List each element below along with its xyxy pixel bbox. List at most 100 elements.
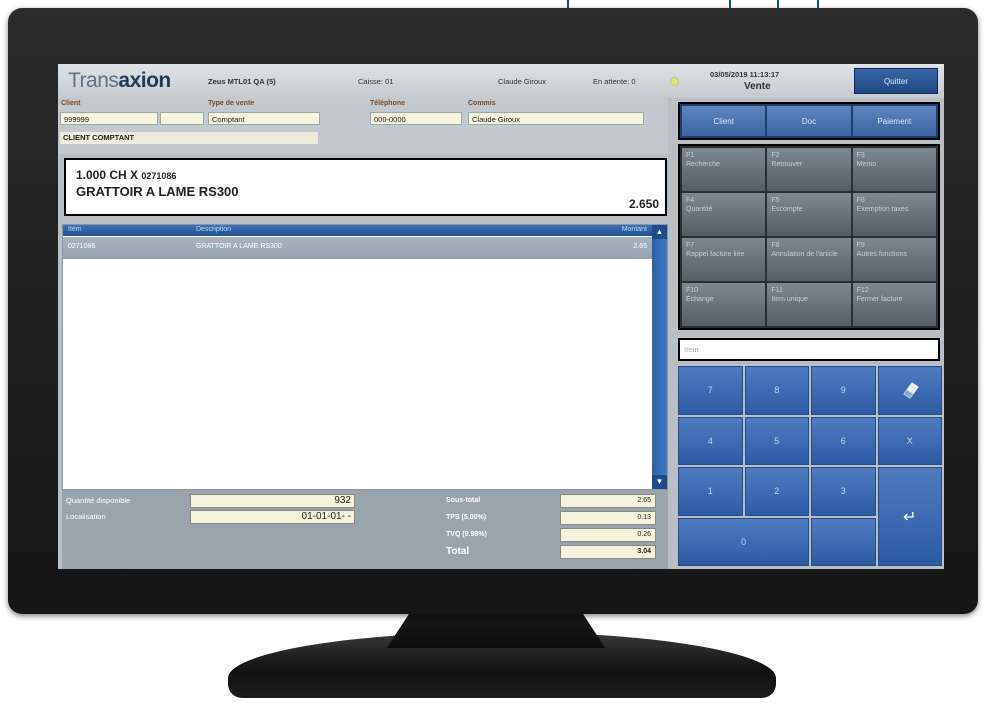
numeric-keypad: 7 8 9 4 5 6 X 1 2 3 ↵ 0 [678,366,942,566]
fkey-label: Memo [856,161,877,168]
fkey-code: F6 [856,197,865,204]
tab-paiement[interactable]: Paiement [852,106,936,136]
phone-label: Téléphone [370,100,406,107]
scan-quantity-line: 1.000 CH X 0271086 [76,168,176,182]
f2-retrieve-button[interactable]: F2 Retrouver [767,148,851,191]
phone-field[interactable]: 000-0000 [370,112,462,125]
key-1[interactable]: 1 [678,467,743,516]
waiting-count: En attente: 0 [593,77,636,86]
fkey-label: Item unique [771,296,808,303]
fkey-label: Retrouver [771,161,803,168]
register-label: Caisse: 01 [358,77,394,86]
item-search-input[interactable]: Item [678,338,940,361]
mode-title: Vente [744,81,771,92]
qty-available-label: Quantité disponible [66,496,131,505]
fkey-code: F8 [771,242,780,249]
scan-amount: 2.650 [628,197,659,211]
monitor-stand-neck [386,608,606,648]
location-value: 01-01-01- - [190,510,355,524]
key-3[interactable]: 3 [811,467,876,516]
key-6[interactable]: 6 [811,416,876,465]
f7-recall-invoice-button[interactable]: F7 Rappel facture liée [682,238,766,281]
sale-type-field[interactable]: Comptant [208,112,320,125]
clerk-field[interactable]: Claude Giroux [468,112,644,125]
fkey-label: Escompte [771,206,803,213]
fkey-code: F7 [686,242,695,249]
status-indicator-icon [670,77,679,86]
row-description: GRATTOIR A LAME RS300 [196,243,282,250]
subtotal-label: Sous-total [446,497,481,504]
total-label: Total [446,546,470,557]
fkey-code: F1 [686,152,695,159]
fkey-label: Échange [686,296,714,303]
eraser-glyph [903,382,919,399]
fkey-label: Fermer facture [856,296,903,303]
tps-value: 0.13 [560,511,656,525]
tvq-value: 0.26 [560,528,656,542]
scan-description: GRATTOIR A LAME RS300 [76,184,239,199]
summary-panel: Quantité disponible 932 Localisation 01-… [62,490,668,569]
clerk-label: Commis [468,100,496,107]
fkey-code: F10 [686,287,699,294]
tab-client[interactable]: Client [682,106,766,136]
customer-panel: Client 999999 Type de vente Comptant Tél… [58,98,668,154]
col-item: Item [68,226,82,233]
f5-discount-button[interactable]: F5 Escompte [767,193,851,236]
total-value: 3.04 [560,545,656,559]
f1-search-button[interactable]: F1 Recherche [682,148,766,191]
f12-close-invoice-button[interactable]: F12 Fermer facture [852,283,936,326]
items-grid: Item Description Montant 0271086 GRATTOI… [62,224,668,490]
key-5[interactable]: 5 [744,416,809,465]
scroll-up-icon[interactable]: ▲ [652,225,667,239]
row-item: 0271086 [68,243,96,250]
f8-cancel-item-button[interactable]: F8 Annulation de l'article [767,238,851,281]
key-x[interactable]: X [877,416,942,465]
f9-other-functions-button[interactable]: F9 Autres fonctions [852,238,936,281]
datetime: 03/05/2019 11:13:17 [710,70,780,79]
f4-quantity-button[interactable]: F4 Quantité [682,193,766,236]
quit-button[interactable]: Quitter [854,68,938,94]
fkey-label: Recherche [686,161,720,168]
grid-header: Item Description Montant [63,225,653,236]
row-amount: 2.65 [633,243,647,250]
col-description: Description [196,226,232,233]
key-2[interactable]: 2 [744,467,809,516]
key-4[interactable]: 4 [678,416,743,465]
f11-unique-item-button[interactable]: F11 Item unique [767,283,851,326]
top-bar: Transaxion Zeus MTL01 QA (5) Caisse: 01 … [58,64,944,98]
scan-display: 1.000 CH X 0271086 GRATTOIR A LAME RS300… [64,158,667,216]
transaxion-logo: Transaxion [68,69,171,92]
enter-key-icon[interactable]: ↵ [877,467,942,566]
tps-label: TPS (5.00%) [446,514,487,521]
key-9[interactable]: 9 [811,366,876,415]
key-8[interactable]: 8 [744,366,809,415]
eraser-icon[interactable] [877,366,942,415]
fkey-code: F2 [771,152,780,159]
tvq-label: TVQ (9.98%) [446,531,487,538]
tab-doc[interactable]: Doc [767,106,851,136]
key-blank[interactable] [811,517,876,566]
grid-scrollbar[interactable]: ▲ ▼ [652,225,667,489]
scan-quantity: 1.000 CH X [76,168,142,182]
key-7[interactable]: 7 [678,366,743,415]
fkey-label: Rappel facture liée [686,251,745,258]
table-row[interactable]: 0271086 GRATTOIR A LAME RS300 2.65 [63,237,653,259]
client-extra-field[interactable] [160,112,204,125]
fkey-code: F5 [771,197,780,204]
function-keys: F1 Recherche F2 Retrouver F3 Memo F4 Quantit… [678,144,940,330]
client-name: CLIENT COMPTANT [60,132,318,144]
qty-available-value: 932 [190,494,355,508]
client-number-field[interactable]: 999999 [60,112,158,125]
f10-exchange-button[interactable]: F10 Échange [682,283,766,326]
station-label: Zeus MTL01 QA (5) [208,77,276,86]
sale-type-label: Type de vente [208,100,255,107]
f6-tax-exemption-button[interactable]: F6 Exemption taxes [852,193,936,236]
key-0[interactable]: 0 [678,517,809,566]
fkey-label: Exemption taxes [856,206,909,213]
scan-item-code: 0271086 [141,171,177,181]
f3-memo-button[interactable]: F3 Memo [852,148,936,191]
right-panel: Client Doc Paiement F1 Recherche F2 Retrou… [672,98,944,569]
subtotal-value: 2.65 [560,494,656,508]
scroll-down-icon[interactable]: ▼ [652,475,667,489]
fkey-code: F4 [686,197,695,204]
